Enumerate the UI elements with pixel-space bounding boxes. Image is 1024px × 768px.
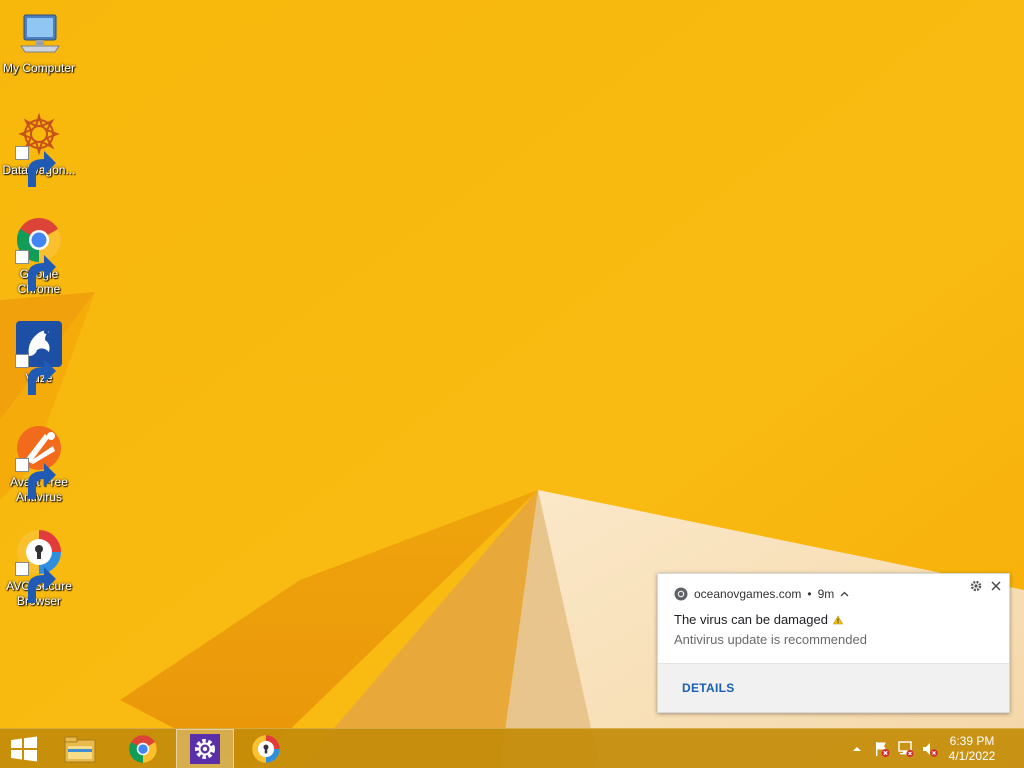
volume-muted-icon [923,743,938,757]
shortcut-arrow-icon [15,354,56,395]
chrome-icon [129,735,157,763]
network-error-icon [898,741,914,758]
separator-dot: • [807,587,812,601]
desktop-icon-avg-secure-browser[interactable]: AVG Secure Browser [0,528,78,609]
chrome-notification[interactable]: oceanovgames.com • 9m The virus can be d… [657,573,1010,713]
tray-network[interactable] [896,729,916,768]
computer-icon [20,14,60,53]
notification-time: 9m [817,587,835,601]
shortcut-arrow-icon [15,250,56,291]
notification-actions: DETAILS [658,663,1009,712]
taskbar-file-explorer[interactable] [52,729,108,768]
desktop-icon-vuze[interactable]: Vuze [0,320,78,395]
notification-title-row: The virus can be damaged [674,612,843,627]
windows-logo-icon [11,736,37,762]
shortcut-arrow-icon [15,562,56,603]
chrome-icon [674,587,688,601]
warning-icon [832,614,843,624]
tray-action-center[interactable] [872,729,892,768]
taskbar: 6:39 PM 4/1/2022 [0,728,1024,768]
notification-header: oceanovgames.com • 9m [674,585,849,603]
notification-title: The virus can be damaged [674,612,828,627]
clock-date: 4/1/2022 [948,749,996,763]
details-button[interactable]: DETAILS [682,681,735,695]
desktop-icon-my-computer[interactable]: My Computer [0,10,78,76]
chevron-up-icon[interactable] [840,590,849,599]
shortcut-arrow-icon [15,146,56,187]
folder-icon [64,736,96,763]
tray-overflow-button[interactable] [848,729,866,768]
desktop-icon-label: My Computer [2,61,76,75]
desktop-icon-datawagon[interactable]: DataWagon... [0,112,78,187]
start-button[interactable] [0,729,48,768]
taskbar-avg-secure-browser[interactable] [238,729,294,768]
notification-message: Antivirus update is recommended [674,632,867,647]
clock-time: 6:39 PM [949,734,995,748]
tray-volume[interactable] [920,729,940,768]
taskbar-chrome[interactable] [115,729,171,768]
chevron-up-icon [853,747,861,751]
desktop-icon-google-chrome[interactable]: Google Chrome [0,216,78,297]
notification-source: oceanovgames.com [694,587,802,601]
gear-icon [190,734,220,764]
avg-browser-icon [252,735,280,763]
flag-error-icon [876,742,890,757]
desktop-icon-avast[interactable]: Avast Free Antivirus [0,424,78,505]
taskbar-settings[interactable] [176,729,234,768]
gear-icon[interactable] [969,580,983,594]
close-icon[interactable] [989,580,1003,594]
shortcut-arrow-icon [15,458,56,499]
system-clock[interactable]: 6:39 PM 4/1/2022 [942,734,1002,764]
